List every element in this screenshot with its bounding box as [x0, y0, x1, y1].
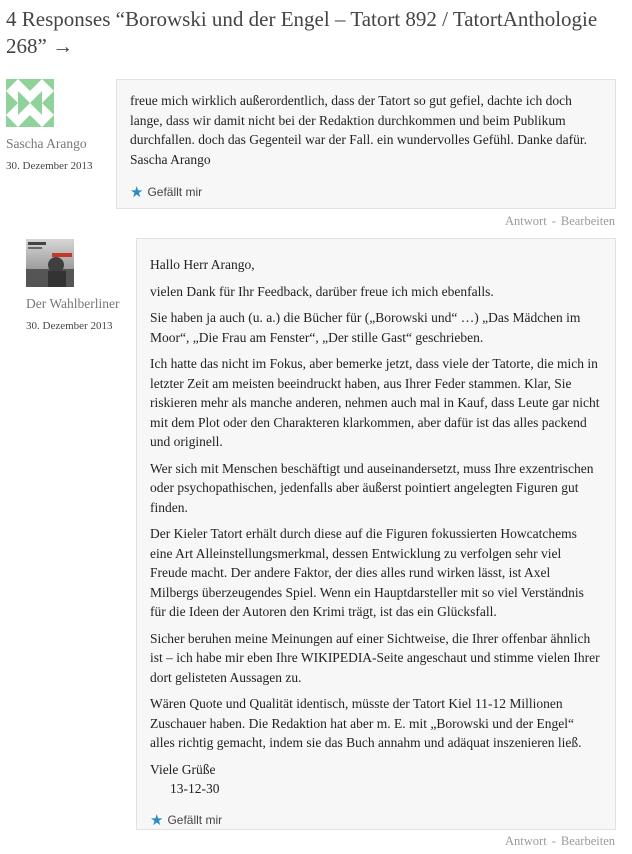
comment-date[interactable]: 30. Dezember 2013: [6, 160, 116, 172]
signoff-date: 13-12-30: [170, 781, 220, 796]
star-icon: ★: [150, 811, 164, 829]
photo-avatar-icon[interactable]: [26, 239, 74, 287]
comment-paragraph: Wären Quote und Qualität identisch, müss…: [150, 696, 582, 750]
separator: -: [551, 834, 556, 848]
comment-actions-2: Antwort - Bearbeiten: [505, 834, 615, 849]
like-button[interactable]: ★ Gefällt mir: [150, 811, 602, 831]
comment-paragraph: Hallo Herr Arango,: [150, 257, 255, 272]
comment-actions-1: Antwort - Bearbeiten: [505, 214, 615, 229]
like-label: Gefällt mir: [167, 812, 223, 827]
author-name[interactable]: Der Wahlberliner: [26, 296, 134, 312]
author-name[interactable]: Sascha Arango: [6, 136, 116, 152]
comment-body-1: freue mich wirklich außerordentlich, das…: [116, 79, 616, 209]
comment-paragraph: vielen Dank für Ihr Feedback, darüber fr…: [150, 283, 494, 299]
comment-text: freue mich wirklich außerordentlich, das…: [130, 93, 587, 167]
comment-paragraph: Sie haben ja auch (u. a.) die Bücher für…: [150, 310, 581, 345]
like-button[interactable]: ★ Gefällt mir: [130, 183, 602, 203]
comment-paragraph: Wer sich mit Menschen beschäftigt und au…: [150, 460, 594, 515]
signoff: Viele Grüße: [150, 761, 216, 777]
comment-paragraph: Sicher beruhen meine Meinungen auf einer…: [150, 630, 600, 685]
comment-paragraph: Der Kieler Tatort erhält durch diese auf…: [150, 526, 584, 619]
edit-link[interactable]: Bearbeiten: [561, 834, 615, 848]
reply-link[interactable]: Antwort: [505, 214, 547, 228]
edit-link[interactable]: Bearbeiten: [561, 214, 615, 228]
star-icon: ★: [130, 184, 144, 202]
reply-link[interactable]: Antwort: [505, 834, 547, 848]
comment-paragraph: Ich hatte das nicht im Fokus, aber bemer…: [150, 356, 600, 449]
like-label: Gefällt mir: [147, 185, 203, 199]
comment-body-2: Hallo Herr Arango, vielen Dank für Ihr F…: [136, 238, 616, 830]
identicon-avatar-icon[interactable]: [6, 79, 54, 127]
separator: -: [551, 214, 556, 228]
comment-author-2: Der Wahlberliner 30. Dezember 2013: [26, 239, 134, 332]
comments-heading: 4 Responses “Borowski und der Engel – Ta…: [6, 7, 598, 58]
comment-date[interactable]: 30. Dezember 2013: [26, 320, 134, 332]
comment-author-1: Sascha Arango 30. Dezember 2013: [6, 79, 116, 172]
